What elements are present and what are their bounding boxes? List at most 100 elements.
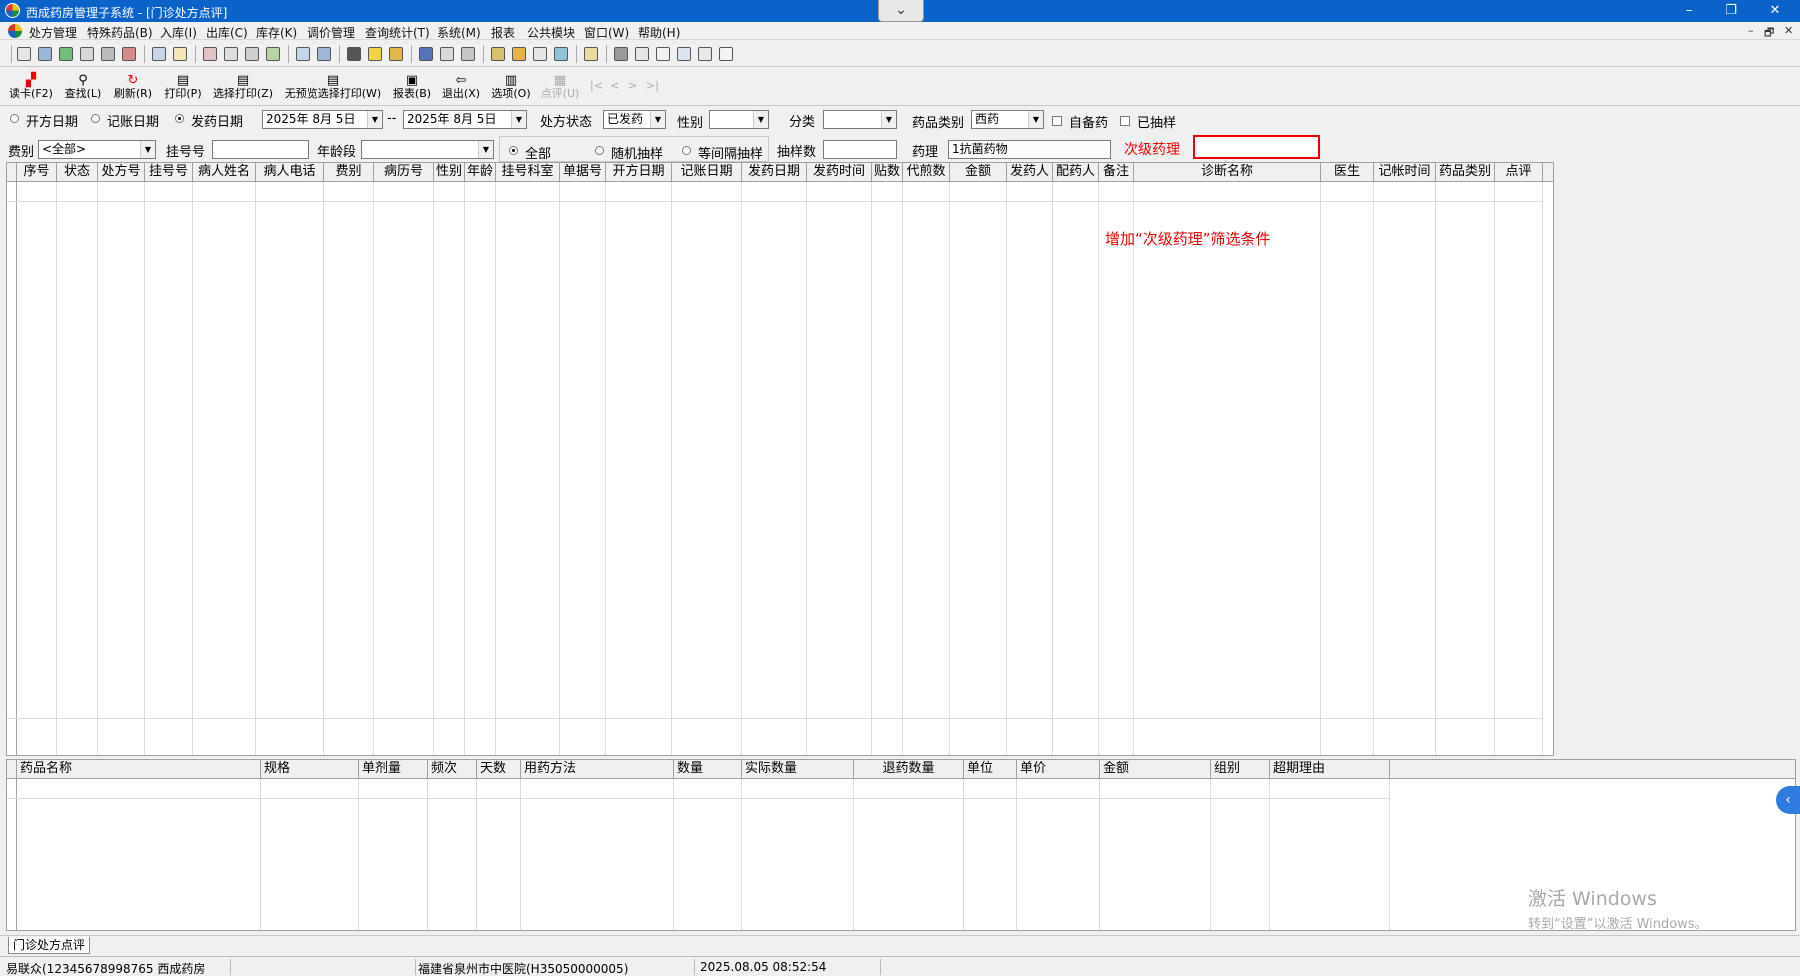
column-header[interactable]: 金额: [950, 163, 1007, 182]
date-to-picker[interactable]: 2025年 8月 5日 ▼: [403, 110, 527, 129]
report-button[interactable]: ▣ 报表(B): [390, 72, 434, 104]
sampled-checkbox[interactable]: [1120, 116, 1130, 126]
column-header[interactable]: 配药人: [1053, 163, 1099, 182]
grid-icon[interactable]: [347, 47, 361, 61]
radio-sample-interval[interactable]: [682, 146, 691, 155]
column-header[interactable]: 实际数量: [742, 760, 854, 779]
column-header[interactable]: 状态: [57, 163, 98, 182]
column-header[interactable]: 天数: [477, 760, 521, 779]
refresh-button[interactable]: ↻ 刷新(R): [110, 72, 156, 104]
mdi-close-button[interactable]: ✕: [1784, 24, 1793, 37]
column-header[interactable]: 单价: [1017, 760, 1100, 779]
cascade-window-icon[interactable]: [677, 47, 691, 61]
radio-prescribe-date[interactable]: [10, 114, 19, 123]
user-icon[interactable]: [419, 47, 433, 61]
column-header[interactable]: 发药人: [1007, 163, 1053, 182]
document-icon[interactable]: [80, 47, 94, 61]
column-header[interactable]: 金额: [1100, 760, 1211, 779]
find-button[interactable]: ⚲ 查找(L): [60, 72, 106, 104]
bottle-icon[interactable]: [38, 47, 52, 61]
gender-select[interactable]: ▼: [709, 110, 769, 129]
column-header[interactable]: 单位: [964, 760, 1017, 779]
chevron-down-icon[interactable]: ▼: [1028, 111, 1043, 128]
menu-item-system[interactable]: 系统(M): [437, 24, 481, 41]
column-header[interactable]: 记账日期: [672, 163, 742, 182]
radio-billing-date[interactable]: [91, 114, 100, 123]
column-header[interactable]: 病人电话: [256, 163, 324, 182]
mail-icon[interactable]: [389, 47, 403, 61]
binoculars-icon[interactable]: [101, 47, 115, 61]
print-button[interactable]: ▤ 打印(P): [160, 72, 206, 104]
fee-select[interactable]: <全部> ▼: [38, 140, 156, 159]
select-print-button[interactable]: ▤ 选择打印(Z): [210, 72, 276, 104]
check-list-icon[interactable]: [59, 47, 73, 61]
restore-button[interactable]: ❐: [1708, 0, 1754, 22]
chevron-down-icon[interactable]: ▼: [478, 141, 493, 158]
search-icon[interactable]: [533, 47, 547, 61]
zoom-icon[interactable]: [635, 47, 649, 61]
form-icon[interactable]: [296, 47, 310, 61]
column-header[interactable]: 处方号: [98, 163, 145, 182]
radio-sample-all[interactable]: [509, 146, 518, 155]
read-card-button[interactable]: ▞ 读卡(F2): [6, 72, 56, 104]
pharm-input[interactable]: 1抗菌药物: [948, 140, 1111, 159]
window-icon[interactable]: [317, 47, 331, 61]
column-header[interactable]: 记帐时间: [1374, 163, 1436, 182]
column-header[interactable]: 用药方法: [521, 760, 674, 779]
column-header[interactable]: 药品类别: [1436, 163, 1495, 182]
minimize-button[interactable]: –: [1666, 0, 1712, 22]
image-icon[interactable]: [554, 47, 568, 61]
report-icon[interactable]: [152, 47, 166, 61]
column-header[interactable]: 药品名称: [17, 760, 261, 779]
column-header[interactable]: 退药数量: [854, 760, 964, 779]
chevron-down-icon[interactable]: ▼: [140, 141, 155, 158]
column-header[interactable]: 点评: [1495, 163, 1543, 182]
menu-item-help[interactable]: 帮助(H): [638, 24, 680, 41]
column-header[interactable]: 病人姓名: [193, 163, 256, 182]
rx-status-select[interactable]: 已发药 ▼: [603, 110, 666, 129]
column-header[interactable]: 挂号科室: [496, 163, 560, 182]
home-icon[interactable]: [584, 47, 598, 61]
menu-item-stock-out[interactable]: 出库(C): [206, 24, 248, 41]
chevron-down-icon[interactable]: ▼: [753, 111, 768, 128]
prescription-table[interactable]: 序号 状态 处方号 挂号号 病人姓名 病人电话 费别 病历号 性别 年龄 挂号科室 单据号 开方日期 记账…: [6, 162, 1554, 756]
column-header[interactable]: 病历号: [374, 163, 434, 182]
thermometer-icon[interactable]: [512, 47, 526, 61]
column-header[interactable]: 费别: [324, 163, 374, 182]
column-header[interactable]: 备注: [1099, 163, 1134, 182]
mdi-minimize-button[interactable]: –: [1748, 24, 1754, 37]
exit-icon[interactable]: [719, 47, 733, 61]
column-header[interactable]: 开方日期: [606, 163, 672, 182]
tab-rx-review[interactable]: 门诊处方点评: [8, 937, 90, 954]
bell-icon[interactable]: [368, 47, 382, 61]
menu-item-special-drugs[interactable]: 特殊药品(B): [87, 24, 153, 41]
menu-item-reports[interactable]: 报表: [491, 24, 515, 41]
chevron-down-icon[interactable]: ▼: [511, 111, 526, 128]
date-from-picker[interactable]: 2025年 8月 5日 ▼: [262, 110, 383, 129]
split-window-icon[interactable]: [656, 47, 670, 61]
radio-sample-random[interactable]: [595, 146, 604, 155]
column-header[interactable]: 组别: [1211, 760, 1270, 779]
chevron-down-icon[interactable]: ▼: [881, 111, 896, 128]
nav-first-button[interactable]: |<: [590, 79, 603, 92]
column-header[interactable]: 发药时间: [807, 163, 872, 182]
nav-prev-button[interactable]: <: [610, 79, 619, 92]
reg-no-input[interactable]: [212, 140, 309, 159]
category-select[interactable]: ▼: [823, 110, 897, 129]
column-header[interactable]: 数量: [674, 760, 742, 779]
menu-item-stock-in[interactable]: 入库(I): [160, 24, 197, 41]
column-header[interactable]: 规格: [261, 760, 359, 779]
column-header[interactable]: 挂号号: [145, 163, 193, 182]
close-button[interactable]: ✕: [1752, 0, 1798, 22]
sample-count-input[interactable]: [823, 140, 897, 159]
box-icon[interactable]: [491, 47, 505, 61]
column-header[interactable]: 性别: [434, 163, 465, 182]
column-header[interactable]: 频次: [428, 760, 477, 779]
filter-icon[interactable]: [461, 47, 475, 61]
menu-item-query[interactable]: 查询统计(T): [365, 24, 430, 41]
book-icon[interactable]: [203, 47, 217, 61]
self-prepared-checkbox[interactable]: [1052, 116, 1062, 126]
chevron-down-icon[interactable]: ▼: [367, 111, 382, 128]
nav-next-button[interactable]: >: [628, 79, 637, 92]
cube-icon[interactable]: [614, 47, 628, 61]
